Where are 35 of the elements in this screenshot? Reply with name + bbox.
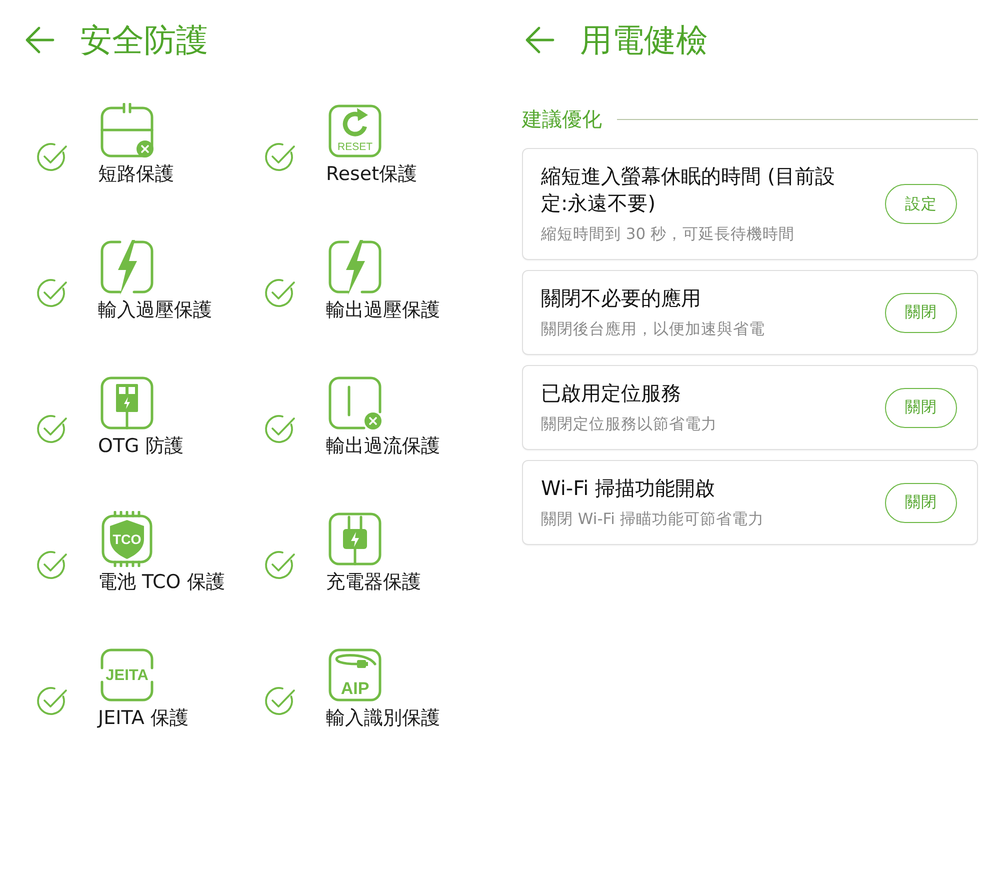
- feature-label: OTG 防護: [98, 434, 184, 459]
- suggestion-title: 已啟用定位服務: [541, 380, 682, 407]
- cable-icon: AIP: [327, 647, 383, 703]
- suggestion-description: 縮短時間到 30 秒，可延長待機時間: [541, 224, 796, 245]
- suggestion-description: 關閉定位服務以節省電力: [541, 414, 718, 435]
- lightning-icon: [327, 239, 383, 295]
- lightning-icon: [99, 239, 155, 295]
- suggestion-description: 關閉 Wi-Fi 掃瞄功能可節省電力: [541, 509, 765, 530]
- feature-label: 輸入識別保護: [326, 706, 440, 731]
- action-button[interactable]: 設定: [885, 184, 957, 224]
- usb-plug-icon: [99, 375, 155, 431]
- suggestion-description: 關閉後台應用，以便加速與省電: [541, 319, 766, 340]
- circuit-box-icon: [99, 103, 155, 159]
- back-arrow-icon[interactable]: [25, 25, 55, 55]
- section-heading: 建議優化: [522, 106, 602, 133]
- feature-label: 輸出過流保護: [326, 434, 440, 459]
- screen-title: 用電健檢: [580, 20, 708, 60]
- suggestion-title: Wi-Fi 掃描功能開啟: [541, 475, 716, 502]
- action-button[interactable]: 關閉: [885, 388, 957, 428]
- back-arrow-icon[interactable]: [525, 25, 555, 55]
- feature-label: 短路保護: [98, 162, 174, 187]
- feature-label: JEITA 保護: [98, 706, 188, 731]
- reset-icon: RESET: [327, 103, 383, 159]
- feature-label: 輸出過壓保護: [326, 298, 440, 323]
- feature-label: 充電器保護: [326, 570, 421, 595]
- action-button[interactable]: 關閉: [885, 482, 957, 522]
- feature-label: 輸入過壓保護: [98, 298, 212, 323]
- feature-label: 電池 TCO 保護: [98, 570, 225, 595]
- line-error-icon: [327, 375, 383, 431]
- screen-title: 安全防護: [80, 20, 208, 60]
- charger-plug-icon: [327, 511, 383, 567]
- action-button[interactable]: 關閉: [885, 292, 957, 332]
- suggestion-title: 縮短進入螢幕休眠的時間 (目前設定:永遠不要): [541, 163, 836, 217]
- feature-label: Reset保護: [326, 162, 418, 187]
- suggestion-title: 關閉不必要的應用: [541, 285, 702, 312]
